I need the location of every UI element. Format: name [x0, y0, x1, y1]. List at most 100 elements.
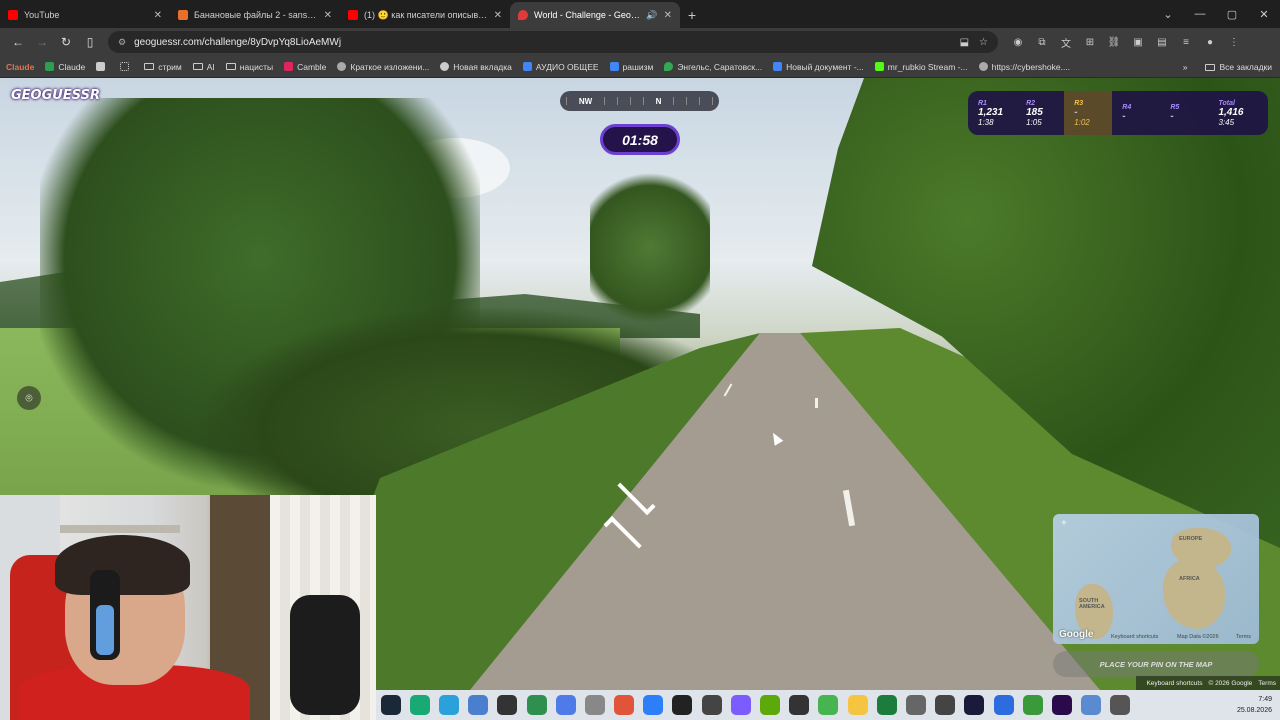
back-icon[interactable]: ←	[6, 30, 30, 54]
chevron-down-icon[interactable]: ⌄	[1152, 0, 1184, 28]
zoom-in-icon[interactable]: +	[1061, 518, 1067, 529]
nvidia-icon[interactable]	[760, 695, 781, 715]
app-icon[interactable]	[614, 695, 635, 715]
app-icon[interactable]	[730, 695, 751, 715]
bookmark-audio[interactable]: АУДИО ОБЩЕЕ	[522, 62, 599, 72]
app-icon[interactable]	[409, 695, 430, 715]
sidebar-icon[interactable]: ▯	[78, 30, 102, 54]
compass-tick	[673, 97, 675, 105]
close-icon[interactable]: ✕	[664, 10, 672, 21]
compass-tick	[642, 97, 644, 105]
bookmark-camble[interactable]: Camble	[284, 62, 326, 72]
app-icon[interactable]	[818, 695, 839, 715]
road-marking	[815, 398, 818, 408]
bookmark-engels[interactable]: Энгельс, Саратовск...	[664, 62, 762, 72]
round-time: 3:45	[1218, 117, 1235, 127]
speaker-icon[interactable]: 🔊	[646, 10, 657, 21]
premiere-icon[interactable]	[1051, 695, 1072, 715]
openai-icon[interactable]	[701, 695, 722, 715]
bookmark-all[interactable]: Все закладки	[1205, 62, 1272, 72]
link-icon[interactable]: ⛓	[1102, 30, 1126, 54]
bookmark-label: mr_rubkio Stream -...	[887, 61, 968, 72]
round-label: R5	[1170, 104, 1180, 111]
app-icon[interactable]	[526, 695, 547, 715]
bookmark-summary[interactable]: Краткое изложени...	[337, 62, 429, 72]
map-keyboard-shortcuts[interactable]: Keyboard shortcuts	[1111, 634, 1158, 640]
close-window-icon[interactable]: ✕	[1248, 0, 1280, 28]
app-icon[interactable]	[672, 695, 693, 715]
bookmark-folder-ai[interactable]: AI	[192, 62, 215, 72]
tab-writers[interactable]: (1) 🙂 как писатели описывают... ✕	[340, 2, 510, 28]
tab-banana-files[interactable]: Банановые файлы 2 - sansgot... ✕	[170, 2, 340, 28]
sidepanel-icon[interactable]: ▤	[1150, 30, 1174, 54]
location-pin-icon: ⌾	[25, 390, 33, 405]
minimize-icon[interactable]: —	[1184, 0, 1216, 28]
webcam-overlay	[0, 495, 376, 720]
window-icon[interactable]: ▣	[1126, 30, 1150, 54]
site-info-icon[interactable]: ⚙	[118, 37, 126, 48]
queue-icon[interactable]: ≡	[1174, 30, 1198, 54]
map-label-south-america: SOUTH AMERICA	[1079, 598, 1105, 610]
settings-icon[interactable]	[1110, 695, 1131, 715]
google-footer: Keyboard shortcuts © 2026 Google Terms	[1136, 676, 1280, 690]
terminal-icon[interactable]	[497, 695, 518, 715]
place-pin-button[interactable]: PLACE YOUR PIN ON THE MAP	[1053, 651, 1259, 677]
telegram-icon[interactable]	[438, 695, 459, 715]
bookmark-new-tab[interactable]: Новая вкладка	[440, 62, 512, 72]
bookmark-kick[interactable]: mr_rubkio Stream -...	[874, 61, 968, 72]
app-icon[interactable]	[847, 695, 868, 715]
bookmark-star-icon[interactable]: ☆	[979, 37, 988, 48]
bookmark-folder-stream[interactable]: стрим	[144, 62, 182, 72]
reload-icon[interactable]: ↻	[54, 30, 78, 54]
app-icon[interactable]	[935, 695, 956, 715]
geoguessr-logo[interactable]: GEOGUESSR	[11, 88, 100, 103]
steam-icon[interactable]	[380, 695, 401, 715]
bookmark-claude[interactable]: Claude	[6, 62, 34, 72]
map-terms[interactable]: Terms	[1236, 634, 1251, 640]
bookmark-folder-nazis[interactable]: нацисты	[225, 62, 273, 72]
puzzle-icon[interactable]: ⧉	[1030, 30, 1054, 54]
app-icon[interactable]	[1022, 695, 1043, 715]
bookmark-new-doc[interactable]: Новый документ -...	[773, 62, 864, 72]
url-text: geoguessr.com/challenge/8yDvpYq8LioAeMWj	[134, 36, 342, 48]
grid-icon[interactable]: ⊞	[1078, 30, 1102, 54]
forward-icon[interactable]: →	[30, 30, 54, 54]
install-icon[interactable]: ⬓	[960, 37, 969, 48]
maximize-icon[interactable]: ▢	[1216, 0, 1248, 28]
app-icon[interactable]	[876, 695, 897, 715]
bookmark-page[interactable]	[96, 62, 109, 71]
extension-icon[interactable]: ◉	[1006, 30, 1030, 54]
return-to-start-button[interactable]: ⌾	[17, 386, 41, 410]
close-icon[interactable]: ✕	[324, 10, 332, 21]
system-clock[interactable]: 7:49 25.08.2026	[1237, 694, 1272, 716]
compass-n: N	[655, 96, 662, 106]
avatar[interactable]: ●	[1198, 30, 1222, 54]
doc-icon	[522, 62, 532, 71]
guess-map[interactable]: + EUROPE AFRICA SOUTH AMERICA Google Key…	[1053, 514, 1259, 644]
app-icon[interactable]	[555, 695, 576, 715]
bookmark-apps[interactable]	[120, 62, 133, 71]
translate-icon[interactable]: 文	[1054, 30, 1078, 54]
app-icon[interactable]	[993, 695, 1014, 715]
app-icon[interactable]	[468, 695, 489, 715]
address-bar[interactable]: ⚙ geoguessr.com/challenge/8yDvpYq8LioAeM…	[108, 31, 998, 53]
terms-link[interactable]: Terms	[1258, 680, 1276, 687]
close-icon[interactable]: ✕	[494, 10, 502, 21]
app-icon[interactable]	[643, 695, 664, 715]
new-tab-button[interactable]: +	[680, 2, 704, 28]
bookmark-claude-2[interactable]: Claude	[45, 62, 85, 72]
app-icon[interactable]	[789, 695, 810, 715]
app-icon[interactable]	[964, 695, 985, 715]
bookmark-rashism[interactable]: рашизм	[609, 62, 653, 72]
app-icon[interactable]	[905, 695, 926, 715]
tab-youtube[interactable]: YouTube ✕	[0, 2, 170, 28]
chevron-right-icon[interactable]: »	[1183, 62, 1188, 72]
close-icon[interactable]: ✕	[154, 10, 162, 21]
copyright: © 2026 Google	[1208, 679, 1253, 687]
tab-geoguessr[interactable]: World - Challenge - GeoGu... 🔊 ✕	[510, 2, 680, 28]
app-icon[interactable]	[584, 695, 605, 715]
menu-icon[interactable]: ⋮	[1222, 30, 1246, 54]
bookmark-cybershoke[interactable]: https://cybershoke....	[978, 62, 1070, 72]
app-icon[interactable]	[1081, 695, 1102, 715]
keyboard-shortcuts-link[interactable]: Keyboard shortcuts	[1146, 680, 1202, 687]
